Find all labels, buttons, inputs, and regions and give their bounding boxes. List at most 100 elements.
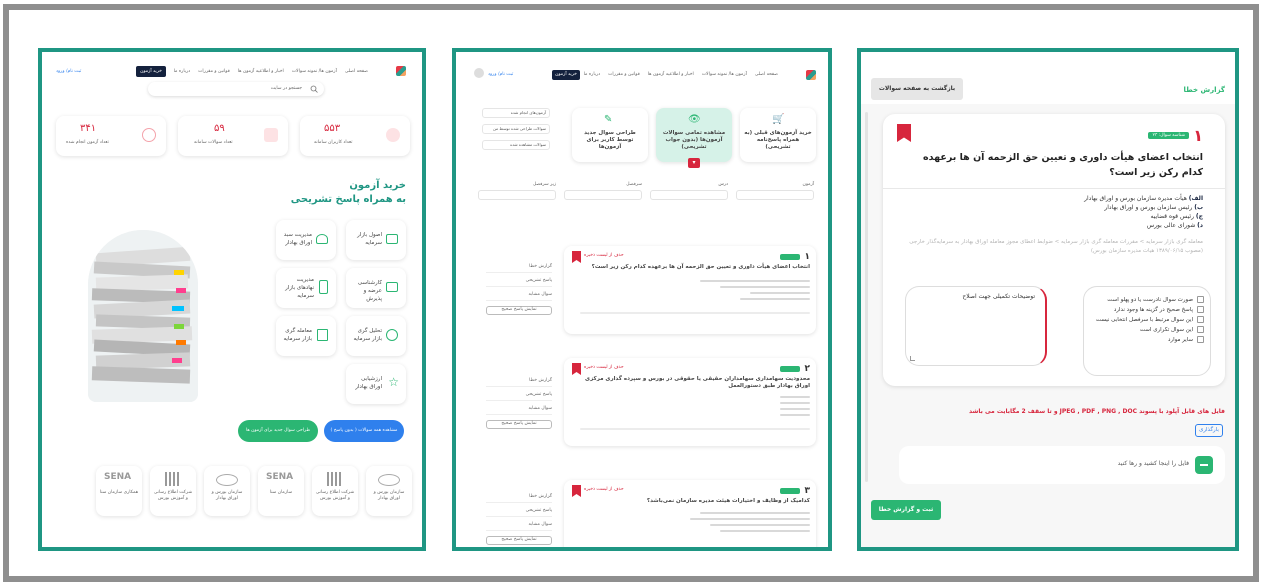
reason-checkbox[interactable]: سایر موارد bbox=[1090, 335, 1204, 345]
answer-option[interactable] bbox=[720, 530, 810, 532]
partner-name: شرکت اطلاع رسانی و آموزش بورس bbox=[315, 490, 355, 501]
avatar[interactable] bbox=[474, 68, 484, 78]
design-question-button[interactable]: طراحی سوال جدید برای آزمون ها bbox=[238, 420, 318, 442]
answer-option[interactable] bbox=[720, 286, 810, 288]
nav-item-rules[interactable]: قوانین و مقررات bbox=[198, 69, 230, 74]
filter-subtopic-select[interactable] bbox=[478, 190, 556, 200]
report-error-action[interactable]: گزارش خطا bbox=[486, 378, 552, 387]
explain-action[interactable]: پاسخ تشریحی bbox=[486, 392, 552, 401]
login-link[interactable]: ثبت نام/ ورود bbox=[56, 69, 81, 74]
answer-option[interactable] bbox=[780, 414, 810, 416]
login-link[interactable]: ثبت نام/ ورود bbox=[488, 72, 513, 77]
answer-option[interactable]: ب) رئیس سازمان بورس و اوراق بهادار bbox=[903, 203, 1203, 212]
chevron-down-icon[interactable]: ▾ bbox=[688, 158, 700, 168]
partner-card[interactable]: SENA سازمان سنا bbox=[258, 466, 304, 516]
nav-item-rules[interactable]: قوانین و مقررات bbox=[608, 72, 640, 77]
answer-option[interactable] bbox=[710, 524, 810, 526]
feature-card[interactable]: کارشناسی عرضه و پذیرش bbox=[346, 268, 406, 308]
nav-item-about[interactable]: درباره ما bbox=[584, 72, 601, 77]
bookmark-icon[interactable] bbox=[572, 485, 581, 497]
answer-option[interactable] bbox=[690, 518, 810, 520]
answer-option[interactable]: ج) رئیس قوه قضاییه bbox=[903, 212, 1203, 221]
checkbox-icon[interactable] bbox=[1197, 316, 1204, 323]
buy-exam-button[interactable]: خرید آزمون bbox=[136, 66, 166, 77]
comment-textarea[interactable]: توضیحات تکمیلی جهت اصلاح bbox=[905, 286, 1047, 366]
reason-checkbox[interactable]: این سوال تکراری است bbox=[1090, 325, 1204, 335]
nav-item-news[interactable]: اخبار و اطلاعیه آزمون ها bbox=[238, 69, 284, 74]
reason-checkbox[interactable]: این سوال مرتبط با سرفصل انتخابی نیست bbox=[1090, 315, 1204, 325]
nav-item-about[interactable]: درباره ما bbox=[174, 69, 191, 74]
similar-action[interactable]: سوال مشابه bbox=[486, 292, 552, 301]
answer-option[interactable] bbox=[740, 298, 810, 300]
checkbox-icon[interactable] bbox=[1197, 306, 1204, 313]
partner-name: شرکت اطلاع رسانی و آموزش بورس bbox=[153, 490, 193, 501]
nav-item-home[interactable]: صفحه اصلی bbox=[345, 69, 368, 74]
scrollbar[interactable] bbox=[865, 112, 868, 482]
explain-action[interactable]: پاسخ تشریحی bbox=[486, 278, 552, 287]
filter-exam-select[interactable] bbox=[736, 190, 814, 200]
report-error-action[interactable]: گزارش خطا bbox=[486, 264, 552, 273]
checkbox-icon[interactable] bbox=[1197, 296, 1204, 303]
feature-label: مدیریت نهادهای بازار سرمایه bbox=[285, 277, 314, 299]
report-error-action[interactable]: گزارش خطا bbox=[486, 494, 552, 503]
site-logo[interactable] bbox=[396, 66, 406, 76]
nav-item-exams[interactable]: آزمون ها/ نمونه سوالات bbox=[702, 72, 747, 77]
bookmark-icon[interactable] bbox=[572, 363, 581, 375]
similar-action[interactable]: سوال مشابه bbox=[486, 406, 552, 415]
answer-option[interactable] bbox=[780, 408, 810, 410]
nav-item-news[interactable]: اخبار و اطلاعیه آزمون ها bbox=[648, 72, 694, 77]
filter-lesson-select[interactable] bbox=[650, 190, 728, 200]
submit-report-button[interactable]: ثبت و گزارش خطا bbox=[871, 500, 941, 520]
upload-button[interactable]: بارگذاری bbox=[1195, 424, 1223, 437]
feature-card[interactable]: معامله گری بازار سرمایه bbox=[276, 316, 336, 356]
partner-card[interactable]: شرکت اطلاع رسانی و آموزش بورس bbox=[150, 466, 196, 516]
partner-card[interactable]: SENA همکاری سازمان سنا bbox=[96, 466, 142, 516]
option-design-question[interactable]: ✎ طراحی سوال جدید توسط کاربر برای آزمون‌… bbox=[572, 108, 648, 162]
remove-save-link[interactable]: حذف از لیست ذخیره bbox=[584, 487, 624, 492]
feature-card[interactable]: تحلیل گری بازار سرمایه bbox=[346, 316, 406, 356]
buy-exam-button[interactable]: خرید آزمون bbox=[552, 70, 580, 80]
partner-card[interactable]: سازمان بورس و اوراق بهادار bbox=[366, 466, 412, 516]
search-bar[interactable]: جستجو در سایت bbox=[148, 82, 324, 96]
reason-checkbox[interactable]: صورت سوال نادرست یا دو پهلو است bbox=[1090, 295, 1204, 305]
answer-option[interactable] bbox=[780, 402, 810, 404]
side-link-done-exams[interactable]: آزمون‌های انجام شده bbox=[482, 108, 550, 118]
view-all-questions-button[interactable]: مشاهده همه سوالات ( بدون پاسخ ) bbox=[324, 420, 404, 442]
show-answer-button[interactable]: نمایش پاسخ صحیح bbox=[486, 420, 552, 429]
file-drop-zone[interactable]: فایل را اینجا کشید و رها کنید bbox=[899, 446, 1225, 484]
explain-action[interactable]: پاسخ تشریحی bbox=[486, 508, 552, 517]
nav-item-home[interactable]: صفحه اصلی bbox=[755, 72, 778, 77]
bookmark-icon[interactable] bbox=[572, 251, 581, 263]
question-card: ۲ حذف از لیست ذخیره محدودیت سهامداری سها… bbox=[564, 358, 816, 446]
feature-card[interactable]: مدیریت نهادهای بازار سرمایه bbox=[276, 268, 336, 308]
site-logo[interactable] bbox=[806, 70, 816, 80]
checkbox-icon[interactable] bbox=[1197, 326, 1204, 333]
answer-option[interactable] bbox=[780, 396, 810, 398]
resize-handle-icon[interactable] bbox=[910, 356, 915, 361]
answer-option[interactable]: الف) هیأت مدیره سازمان بورس و اوراق بهاد… bbox=[903, 194, 1203, 203]
side-link-my-questions[interactable]: سوالات طراحی شده توسط من bbox=[482, 124, 550, 134]
answer-option[interactable] bbox=[700, 512, 810, 514]
remove-save-link[interactable]: حذف از لیست ذخیره bbox=[584, 253, 624, 258]
show-answer-button[interactable]: نمایش پاسخ صحیح bbox=[486, 536, 552, 545]
feature-card[interactable]: مدیریت سبد اوراق بهادار bbox=[276, 220, 336, 260]
show-answer-button[interactable]: نمایش پاسخ صحیح bbox=[486, 306, 552, 315]
similar-action[interactable]: سوال مشابه bbox=[486, 522, 552, 531]
feature-card[interactable]: اصول بازار سرمایه bbox=[346, 220, 406, 260]
checkbox-icon[interactable] bbox=[1197, 336, 1204, 343]
filter-topic-select[interactable] bbox=[564, 190, 642, 200]
remove-save-link[interactable]: حذف از لیست ذخیره bbox=[584, 365, 624, 370]
answer-option[interactable]: د) شورای عالی بورس bbox=[903, 221, 1203, 230]
option-view-questions[interactable]: 👁 مشاهده تمامی سوالات آزمون‌ها (بدون جوا… bbox=[656, 108, 732, 162]
answer-option[interactable] bbox=[700, 280, 810, 282]
answer-option[interactable] bbox=[750, 292, 810, 294]
option-buy-exams[interactable]: 🛒 خرید آزمون‌های قبلی (به همراه پاسخ‌نام… bbox=[740, 108, 816, 162]
back-to-questions-button[interactable]: بازگشت به صفحه سوالات bbox=[871, 78, 963, 100]
reason-checkbox[interactable]: پاسخ صحیح در گزینه ها وجود ندارد bbox=[1090, 305, 1204, 315]
partner-card[interactable]: شرکت اطلاع رسانی و آموزش بورس bbox=[312, 466, 358, 516]
partner-card[interactable]: سازمان بورس و اوراق بهادار bbox=[204, 466, 250, 516]
feature-card[interactable]: ☆ ارزشیابی اوراق بهادار bbox=[346, 364, 406, 404]
nav-item-exams[interactable]: آزمون ها/ نمونه سوالات bbox=[292, 69, 337, 74]
side-link-viewed[interactable]: سوالات مشاهده شده bbox=[482, 140, 550, 150]
bookmark-icon[interactable] bbox=[897, 124, 911, 142]
